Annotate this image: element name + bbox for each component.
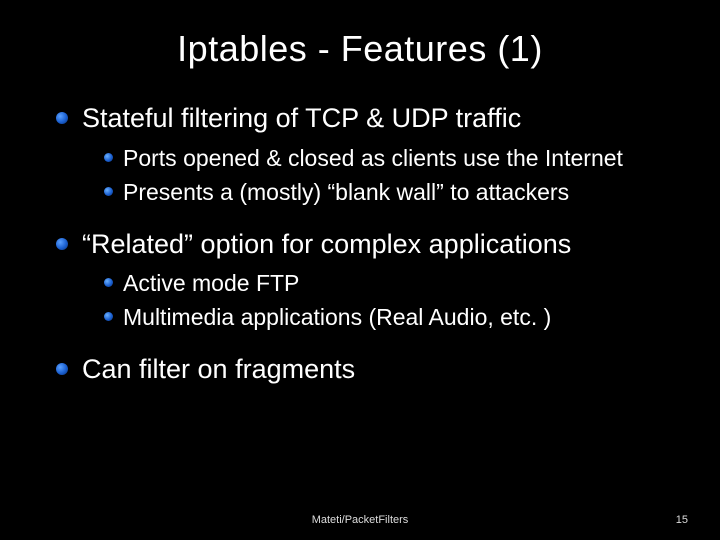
- bullet-icon: [104, 187, 113, 196]
- slide: Iptables - Features (1) Stateful filteri…: [0, 0, 720, 540]
- bullet-l1: Can filter on fragments: [56, 353, 672, 387]
- bullet-l1: “Related” option for complex application…: [56, 228, 672, 262]
- sub-list: Active mode FTP Multimedia applications …: [56, 269, 672, 333]
- bullet-text: Ports opened & closed as clients use the…: [123, 144, 623, 174]
- bullet-icon: [104, 312, 113, 321]
- bullet-icon: [56, 363, 68, 375]
- bullet-icon: [104, 153, 113, 162]
- bullet-l2: Presents a (mostly) “blank wall” to atta…: [104, 178, 672, 208]
- bullet-text: Stateful filtering of TCP & UDP traffic: [82, 102, 521, 136]
- bullet-l1: Stateful filtering of TCP & UDP traffic: [56, 102, 672, 136]
- footer-center: Mateti/PacketFilters: [0, 514, 720, 526]
- bullet-l2: Active mode FTP: [104, 269, 672, 299]
- bullet-text: Can filter on fragments: [82, 353, 355, 387]
- bullet-l2: Ports opened & closed as clients use the…: [104, 144, 672, 174]
- bullet-text: Multimedia applications (Real Audio, etc…: [123, 303, 551, 333]
- bullet-text: Presents a (mostly) “blank wall” to atta…: [123, 178, 569, 208]
- sub-list: Ports opened & closed as clients use the…: [56, 144, 672, 208]
- bullet-text: “Related” option for complex application…: [82, 228, 571, 262]
- slide-title: Iptables - Features (1): [48, 28, 672, 70]
- bullet-l2: Multimedia applications (Real Audio, etc…: [104, 303, 672, 333]
- bullet-text: Active mode FTP: [123, 269, 299, 299]
- slide-content: Stateful filtering of TCP & UDP traffic …: [48, 102, 672, 387]
- page-number: 15: [676, 514, 688, 526]
- bullet-icon: [104, 278, 113, 287]
- bullet-icon: [56, 238, 68, 250]
- bullet-icon: [56, 112, 68, 124]
